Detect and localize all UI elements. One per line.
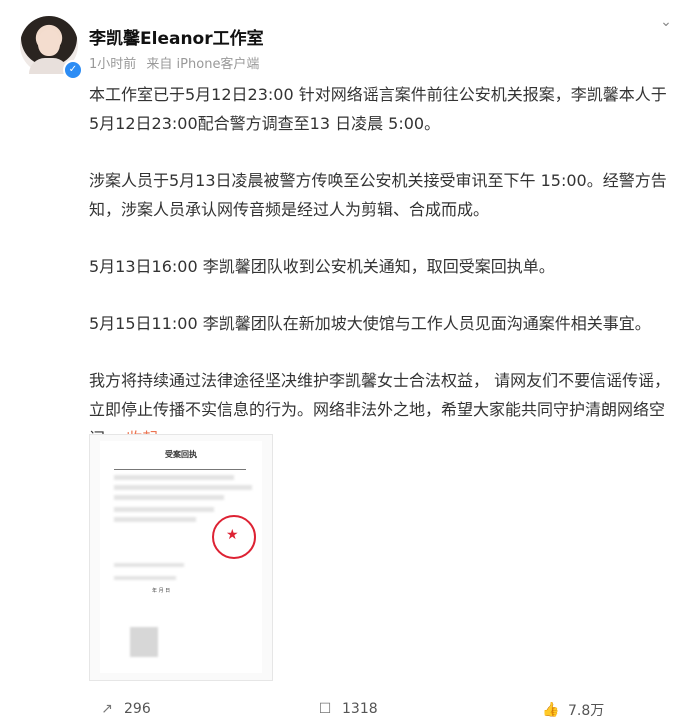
post-source: 来自 iPhone客户端 [146, 57, 260, 72]
doc-redacted-block [130, 627, 158, 657]
doc-blurred-text [114, 485, 252, 490]
verified-badge-icon: ✓ [63, 60, 83, 80]
comment-button[interactable]: ☐ 1318 [316, 700, 378, 718]
like-button[interactable]: 👍 7.8万 [542, 700, 604, 720]
like-count: 7.8万 [568, 703, 605, 719]
doc-blurred-text [114, 475, 234, 480]
post-time[interactable]: 1小时前 [89, 57, 136, 72]
seal-stamp [212, 515, 256, 559]
post-paragraph: 本工作室已于5月12日23:00 针对网络谣言案件前往公安机关报案，李凯馨本人于… [89, 85, 667, 133]
repost-button[interactable]: ↗ 296 [98, 700, 151, 718]
doc-line [114, 469, 246, 470]
document-paper: 受案回执 年 月 日 [100, 441, 262, 673]
repost-count: 296 [124, 701, 151, 717]
document-title: 受案回执 [165, 450, 197, 459]
doc-blurred-text [114, 576, 176, 580]
comment-icon: ☐ [318, 701, 332, 717]
post-content: 本工作室已于5月12日23:00 针对网络谣言案件前往公安机关报案，李凯馨本人于… [89, 80, 674, 481]
chevron-down-icon[interactable]: ⌄ [657, 14, 675, 32]
thumb-up-icon: 👍 [542, 702, 560, 718]
doc-blurred-text [114, 517, 196, 522]
author-name[interactable]: 李凯馨Eleanor工作室 [89, 24, 264, 49]
doc-blurred-text [114, 563, 184, 567]
doc-blurred-text [114, 507, 214, 512]
doc-blurred-text [114, 495, 224, 500]
post-meta: 1小时前 来自 iPhone客户端 [89, 53, 265, 72]
comment-count: 1318 [342, 701, 378, 717]
doc-date-line: 年 月 日 [152, 588, 171, 594]
post-action-bar: ↗ 296 ☐ 1318 👍 7.8万 [0, 700, 693, 720]
post-paragraph: 涉案人员于5月13日凌晨被警方传唤至公安机关接受审讯至下午 15:00。经警方告… [89, 171, 667, 219]
repost-icon: ↗ [101, 701, 113, 717]
post-paragraph: 5月13日16:00 李凯馨团队收到公安机关通知，取回受案回执单。 [89, 257, 555, 276]
document-image[interactable]: 受案回执 年 月 日 [89, 434, 273, 681]
post-paragraph: 5月15日11:00 李凯馨团队在新加坡大使馆与工作人员见面沟通案件相关事宜。 [89, 314, 651, 333]
avatar-face [38, 30, 60, 56]
